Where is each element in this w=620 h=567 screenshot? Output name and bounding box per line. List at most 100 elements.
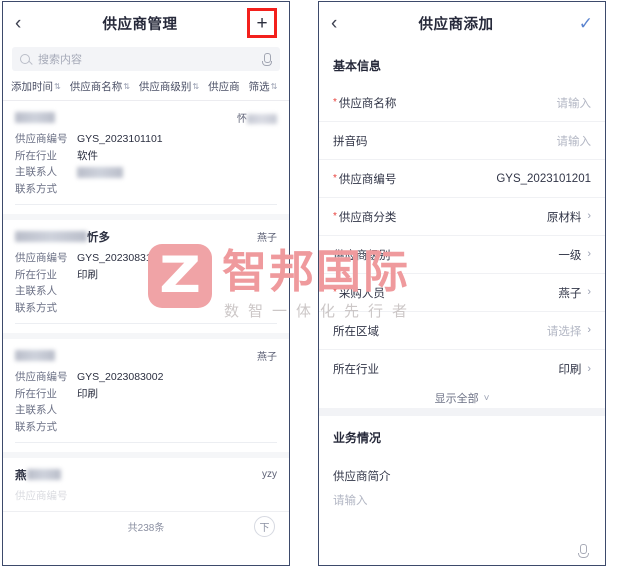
field-value: GYS_2023101201: [496, 172, 591, 185]
field-label: * 供应商编号: [333, 171, 496, 187]
list-item[interactable]: 怀 供应商编号 GYS_2023101101 所在行业 软件 主联系人 联系方式: [3, 101, 289, 214]
field-pinyin-code[interactable]: 拼音码 请输入: [319, 122, 605, 160]
form-scroll-area[interactable]: 基本信息 * 供应商名称 请输入 拼音码 请输入 * 供应商编号 GYS_202…: [319, 44, 605, 566]
field-value: 请选择: [546, 325, 582, 338]
redacted-name: [26, 469, 61, 480]
supplier-list[interactable]: 怀 供应商编号 GYS_2023101101 所在行业 软件 主联系人 联系方式: [3, 101, 289, 541]
required-marker: *: [333, 210, 337, 222]
row-label: 联系方式: [15, 301, 57, 314]
field-supplier-category[interactable]: * 供应商分类 原材料 ›: [319, 198, 605, 236]
field-value: 请输入: [556, 135, 592, 148]
required-marker: *: [333, 96, 337, 108]
chevron-down-icon: ˅: [483, 392, 490, 404]
sort-icon: ⇅: [123, 81, 130, 91]
chevron-right-icon: ›: [587, 362, 591, 375]
show-all-business-button[interactable]: 显示全部 ˅: [319, 565, 605, 566]
back-icon[interactable]: ‹: [15, 14, 37, 33]
row-value: 软件: [77, 149, 98, 162]
field-label-text: 供应商级别: [333, 249, 391, 262]
field-industry[interactable]: 所在行业 印刷 ›: [319, 350, 605, 388]
table-row: 所在行业 印刷: [15, 386, 277, 403]
filter-more[interactable]: 筛选 ⇅: [249, 79, 278, 94]
screenshot-root: ‹ 供应商管理 + 搜索内容 添加时间 ⇅ 供应商名称 ⇅ 供应商级别 ⇅ 供应…: [0, 0, 620, 567]
check-icon[interactable]: ✓: [579, 15, 593, 32]
list-item[interactable]: 燕 yzy 供应商编号: [3, 458, 289, 514]
redacted-contact: [77, 167, 123, 178]
list-item[interactable]: 燕子 供应商编号 GYS_2023083002 所在行业 印刷 主联系人 联系方…: [3, 339, 289, 452]
owner-tag: 燕子: [257, 233, 277, 244]
redacted-owner: [247, 114, 277, 125]
table-row: 供应商编号 GYS_2023101101: [15, 131, 277, 148]
filter-label: 筛选: [248, 81, 270, 93]
field-label-text: 供应商编号: [338, 173, 397, 186]
chevron-right-icon: ›: [587, 324, 591, 336]
card-header: 怀: [15, 109, 277, 126]
field-label: 所在区域: [333, 323, 547, 339]
filter-supplier-name[interactable]: 供应商名称 ⇅: [70, 79, 130, 94]
profile-placeholder: 请输入: [333, 495, 368, 507]
field-label: 供应商简介: [333, 471, 391, 483]
field-value: 燕子: [558, 287, 582, 300]
field-supplier-name[interactable]: * 供应商名称 请输入: [319, 84, 605, 122]
list-item[interactable]: 忻多 燕子 供应商编号 GYS_2023083101 所在行业 印刷 主联系人: [3, 220, 289, 333]
field-label-text: 供应商分类: [338, 211, 397, 224]
sort-icon: ⇅: [54, 81, 61, 91]
profile-textarea[interactable]: 请输入: [333, 491, 591, 565]
redacted-name: [15, 350, 55, 361]
field-value: 一级: [558, 249, 582, 262]
row-label: 所在行业: [15, 268, 57, 281]
field-label-text: 采购人员: [338, 287, 385, 300]
table-row: 主联系人: [15, 402, 277, 419]
field-purchaser[interactable]: * 采购人员 燕子 ›: [319, 274, 605, 312]
field-supplier-code[interactable]: * 供应商编号 GYS_2023101201: [319, 160, 605, 198]
show-all-basic-button[interactable]: 显示全部 ˅: [319, 388, 605, 416]
filter-label: 供应商名称: [69, 81, 123, 93]
field-label-text: 所在区域: [333, 325, 379, 338]
field-label-text: 供应商名称: [338, 97, 397, 110]
add-supplier-button[interactable]: +: [247, 8, 277, 38]
filter-add-time[interactable]: 添加时间 ⇅: [11, 79, 61, 94]
field-label: 供应商级别: [333, 247, 558, 263]
table-row: 供应商编号: [15, 488, 277, 505]
filter-supplier[interactable]: 供应商: [208, 79, 240, 94]
field-label: * 供应商分类: [333, 209, 547, 225]
chevron-right-icon: ›: [587, 210, 591, 222]
filter-supplier-level[interactable]: 供应商级别 ⇅: [139, 79, 199, 94]
owner-tag-text: 怀: [237, 114, 247, 125]
row-label: 供应商编号: [15, 490, 68, 502]
row-label: 联系方式: [15, 420, 57, 433]
field-region[interactable]: 所在区域 请选择 ›: [319, 312, 605, 350]
next-page-button[interactable]: 下: [254, 516, 275, 537]
back-icon[interactable]: ‹: [331, 14, 353, 33]
field-value: 印刷: [558, 364, 582, 376]
row-value: GYS_2023083101: [77, 252, 164, 264]
supplier-name: [15, 350, 55, 361]
table-row: 主联系人: [15, 164, 277, 181]
redacted-name: [15, 231, 87, 242]
supplier-name: [15, 112, 55, 123]
table-row: 供应商编号 GYS_2023083101: [15, 250, 277, 267]
section-title-business: 业务情况: [333, 431, 382, 445]
field-label-text: 所在行业: [333, 364, 379, 376]
row-value: GYS_2023101101: [77, 133, 163, 145]
field-supplier-level[interactable]: 供应商级别 一级 ›: [319, 236, 605, 274]
row-label: 供应商编号: [15, 252, 68, 264]
microphone-icon[interactable]: [576, 543, 589, 559]
navbar-right-actions: ✓: [559, 15, 593, 32]
row-label: 联系方式: [15, 182, 57, 195]
supplier-name-text: 燕: [15, 469, 27, 482]
form-navbar: ‹ 供应商添加 ✓: [319, 2, 605, 44]
table-row: 联系方式: [15, 300, 277, 317]
search-icon: [20, 53, 33, 66]
filter-label: 供应商: [208, 81, 240, 93]
filter-label: 供应商级别: [138, 81, 192, 93]
filter-label: 添加时间: [11, 81, 53, 93]
field-value: 原材料: [546, 211, 582, 224]
search-input[interactable]: 搜索内容: [12, 47, 280, 71]
microphone-icon[interactable]: [260, 52, 272, 66]
row-label: 主联系人: [15, 404, 57, 416]
search-area: 搜索内容: [3, 44, 289, 76]
supplier-add-panel: ‹ 供应商添加 ✓ 基本信息 * 供应商名称 请输入 拼音码 请输入 * 供应商…: [318, 1, 606, 566]
list-navbar: ‹ 供应商管理 +: [3, 2, 289, 44]
field-supplier-profile[interactable]: 供应商简介 请输入: [319, 456, 605, 565]
